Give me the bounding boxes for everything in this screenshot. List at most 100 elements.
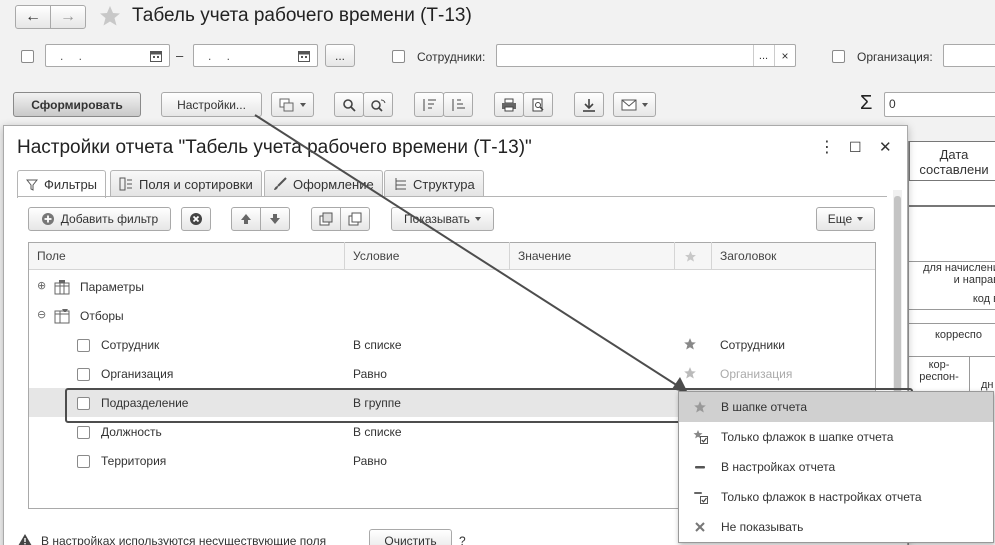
generate-report-button[interactable]: Сформировать	[13, 92, 141, 117]
window-title: Табель учета рабочего времени (Т-13)	[132, 5, 472, 26]
menu-item-in-settings[interactable]: В настройках отчета	[679, 452, 993, 482]
collapse-icon[interactable]: ⊖	[37, 308, 46, 321]
show-mode-button[interactable]: Показывать	[391, 207, 494, 231]
parameters-icon	[54, 279, 70, 295]
expand-groups-button[interactable]	[443, 92, 473, 117]
employees-field[interactable]: ... ×	[496, 44, 796, 67]
funnel-icon	[26, 179, 38, 191]
search-advanced-button[interactable]	[363, 92, 393, 117]
tab-filters[interactable]: Фильтры	[17, 170, 107, 198]
report-rule	[909, 205, 995, 207]
employees-label: Сотрудники:	[417, 50, 486, 64]
organization-field[interactable]	[943, 44, 995, 67]
row-header[interactable]: Сотрудники	[720, 338, 785, 352]
send-email-button[interactable]	[613, 92, 656, 117]
report-header-cell: Дата составлени	[909, 141, 995, 181]
maximize-icon[interactable]: ☐	[849, 139, 862, 156]
delete-filter-button[interactable]	[181, 207, 211, 231]
calendar-icon[interactable]	[149, 49, 163, 63]
row-condition[interactable]: Равно	[353, 454, 387, 468]
settings-button[interactable]: Настройки...	[161, 92, 262, 117]
warning-icon	[18, 534, 32, 545]
row-header[interactable]: Организация	[720, 367, 792, 381]
column-condition[interactable]: Условие	[345, 242, 510, 270]
menu-item-label: Только флажок в настройках отчета	[721, 490, 922, 504]
row-checkbox[interactable]	[77, 455, 90, 468]
tab-structure[interactable]: Структура	[384, 170, 484, 197]
tree-group-parameters[interactable]: ⊕ Параметры	[29, 272, 875, 301]
menu-item-checkbox-in-settings[interactable]: Только флажок в настройках отчета	[679, 482, 993, 512]
date-from-field[interactable]: . .	[45, 44, 170, 67]
menu-item-label: Только флажок в шапке отчета	[721, 430, 894, 444]
row-condition[interactable]: В списке	[353, 425, 402, 439]
back-button[interactable]: ←	[15, 5, 51, 29]
row-checkbox[interactable]	[77, 426, 90, 439]
move-up-button[interactable]	[231, 207, 261, 231]
tab-appearance[interactable]: Оформление	[264, 170, 383, 197]
report-variant-button[interactable]	[271, 92, 314, 117]
warning-text: В настройках используются несуществующие…	[41, 534, 327, 545]
period-checkbox[interactable]	[21, 50, 34, 63]
report-cell: код в	[972, 293, 995, 305]
tabs-panel-border	[17, 196, 887, 197]
favorite-star-icon[interactable]	[98, 4, 122, 28]
dash-checkbox-icon	[693, 490, 709, 504]
print-button[interactable]	[494, 92, 524, 117]
column-display-mode[interactable]	[675, 242, 712, 270]
organization-checkbox[interactable]	[832, 50, 845, 63]
employees-select-button[interactable]: ...	[753, 45, 773, 66]
column-field[interactable]: Поле	[29, 242, 345, 270]
row-checkbox[interactable]	[77, 339, 90, 352]
add-filter-button[interactable]: Добавить фильтр	[28, 207, 171, 231]
calendar-icon[interactable]	[297, 49, 311, 63]
more-actions-icon[interactable]: ⋮	[819, 137, 835, 157]
employees-checkbox[interactable]	[392, 50, 405, 63]
preview-icon	[531, 98, 545, 112]
menu-item-checkbox-in-header[interactable]: Только флажок в шапке отчета	[679, 422, 993, 452]
expand-icon[interactable]: ⊕	[37, 279, 46, 292]
more-button[interactable]: Еще	[816, 207, 875, 231]
ungroup-button[interactable]	[340, 207, 370, 231]
star-icon	[684, 250, 697, 263]
forward-button[interactable]: →	[50, 5, 86, 29]
report-rule	[909, 323, 995, 324]
menu-item-in-report-header[interactable]: В шапке отчета	[679, 392, 993, 422]
collapse-groups-button[interactable]	[414, 92, 444, 117]
filter-row-organization[interactable]: Организация Равно Организация	[29, 359, 875, 388]
report-rule	[909, 309, 995, 310]
move-down-button[interactable]	[260, 207, 290, 231]
filter-row-employee[interactable]: Сотрудник В списке Сотрудники	[29, 330, 875, 359]
dash-icon	[693, 460, 709, 474]
period-select-button[interactable]: ...	[325, 44, 355, 67]
search-button[interactable]	[334, 92, 364, 117]
row-condition[interactable]: В списке	[353, 338, 402, 352]
report-cell-text: и направ	[953, 274, 995, 286]
report-cell-text: респон-	[919, 371, 959, 383]
sum-field[interactable]: 0	[884, 92, 995, 117]
clear-button[interactable]: Очистить	[369, 529, 452, 545]
structure-icon	[393, 177, 407, 191]
delete-circle-icon	[189, 212, 203, 226]
date-to-field[interactable]: . .	[193, 44, 318, 67]
column-header[interactable]: Заголовок	[712, 242, 875, 270]
row-checkbox[interactable]	[77, 368, 90, 381]
row-condition[interactable]: Равно	[353, 367, 387, 381]
group-button[interactable]	[311, 207, 341, 231]
arrow-up-icon	[240, 213, 252, 225]
help-icon[interactable]: ?	[459, 534, 466, 545]
column-value[interactable]: Значение	[510, 242, 675, 270]
star-icon[interactable]	[683, 337, 697, 351]
cross-icon	[693, 520, 709, 534]
report-cell-text: кор-	[928, 359, 950, 371]
close-icon[interactable]: ✕	[879, 138, 892, 156]
print-preview-button[interactable]	[523, 92, 553, 117]
tab-label: Оформление	[293, 176, 374, 192]
tab-fields-sorting[interactable]: Поля и сортировки	[110, 170, 262, 197]
menu-item-do-not-show[interactable]: Не показывать	[679, 512, 993, 542]
employees-clear-button[interactable]: ×	[774, 45, 795, 66]
report-rule	[909, 356, 995, 357]
filter-group-icon	[54, 308, 70, 324]
save-button[interactable]	[574, 92, 604, 117]
star-icon[interactable]	[683, 366, 697, 380]
tree-group-filters[interactable]: ⊖ Отборы	[29, 301, 875, 330]
